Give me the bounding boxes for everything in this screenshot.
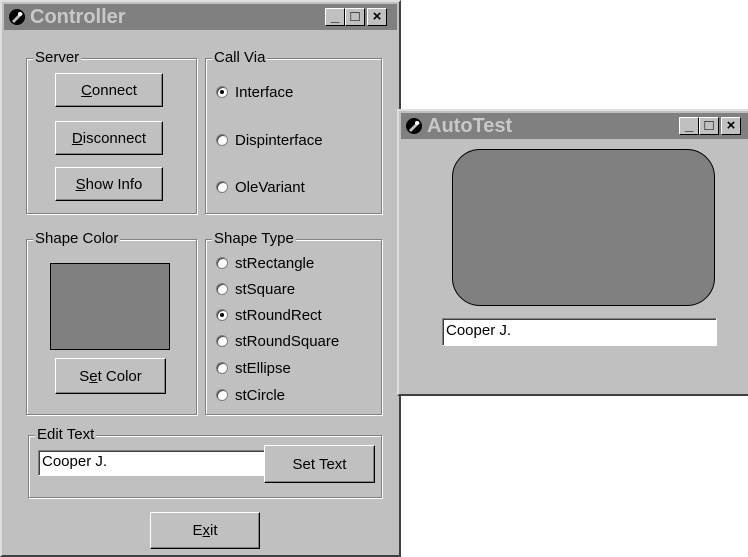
controller-title: Controller (30, 6, 126, 28)
call-via-group-label: Call Via (212, 49, 268, 67)
minimize-button[interactable]: _ (325, 8, 345, 26)
radio-dispinterface[interactable]: Dispinterface (216, 130, 323, 150)
autotest-text-field[interactable]: Cooper J. (442, 318, 717, 346)
disconnect-button[interactable]: Disconnect (55, 121, 163, 155)
shape-color-group-label: Shape Color (33, 230, 121, 248)
maximize-button[interactable]: □ (345, 8, 365, 26)
minimize-button[interactable]: _ (679, 117, 699, 135)
autotest-window: AutoTest _ □ × Cooper J. (397, 109, 748, 396)
radio-label: stRoundRect (235, 306, 322, 324)
server-group-label: Server (33, 49, 82, 67)
radio-stroundrect[interactable]: stRoundRect (216, 305, 322, 325)
radio-indicator (216, 389, 228, 401)
autotest-title: AutoTest (427, 115, 513, 137)
radio-label: stRectangle (235, 254, 315, 272)
maximize-button[interactable]: □ (699, 117, 719, 135)
shape-color-swatch (50, 263, 170, 350)
radio-label: stEllipse (235, 359, 291, 377)
show-info-button[interactable]: Show Info (55, 167, 163, 201)
radio-indicator (216, 181, 228, 193)
radio-label: Interface (235, 83, 294, 101)
radio-indicator (216, 283, 228, 295)
radio-indicator (216, 257, 228, 269)
radio-indicator (216, 335, 228, 347)
round-rect-shape (452, 149, 715, 306)
close-button[interactable]: × (367, 8, 387, 26)
edit-text-field[interactable]: Cooper J. (38, 450, 266, 476)
radio-indicator (216, 134, 228, 146)
radio-strectangle[interactable]: stRectangle (216, 253, 314, 273)
edit-text-group-label: Edit Text (35, 426, 97, 444)
set-text-button[interactable]: Set Text (264, 445, 375, 483)
radio-label: stRoundSquare (235, 332, 340, 350)
radio-stcircle[interactable]: stCircle (216, 385, 285, 405)
set-color-button[interactable]: Set Color (55, 358, 166, 394)
radio-indicator (216, 309, 228, 321)
controller-window: Controller _ □ × Server Connect Disconne… (0, 0, 401, 557)
radio-stroundsquare[interactable]: stRoundSquare (216, 331, 339, 351)
autotest-title-bar[interactable]: AutoTest _ □ × (401, 113, 748, 139)
radio-label: Dispinterface (235, 131, 323, 149)
close-button[interactable]: × (721, 117, 741, 135)
controller-title-bar[interactable]: Controller _ □ × (4, 4, 397, 30)
shape-type-group-label: Shape Type (212, 230, 296, 248)
radio-indicator (216, 362, 228, 374)
radio-olevariant[interactable]: OleVariant (216, 177, 305, 197)
radio-indicator (216, 86, 228, 98)
app-icon (9, 9, 25, 25)
radio-label: OleVariant (235, 178, 305, 196)
radio-label: stSquare (235, 280, 296, 298)
connect-button[interactable]: Connect (55, 73, 163, 107)
radio-label: stCircle (235, 386, 286, 404)
radio-stellipse[interactable]: stEllipse (216, 358, 291, 378)
exit-button[interactable]: Exit (150, 512, 260, 549)
radio-interface[interactable]: Interface (216, 82, 293, 102)
radio-stsquare[interactable]: stSquare (216, 279, 295, 299)
app-icon (406, 118, 422, 134)
